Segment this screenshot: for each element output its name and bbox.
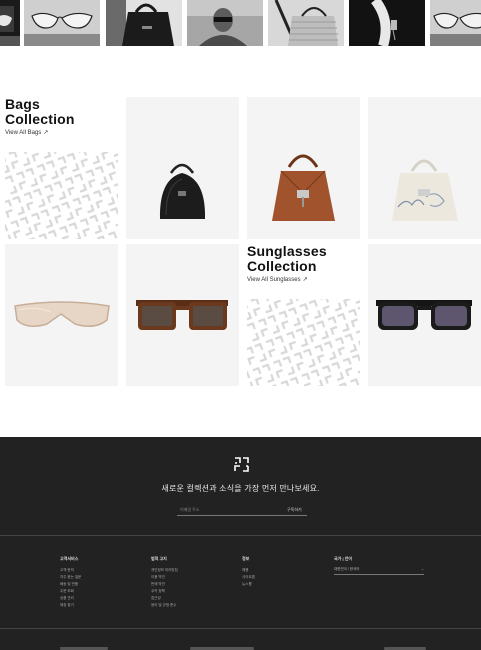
model-portrait-photo-icon[interactable] (187, 0, 263, 46)
monogram-pattern (5, 152, 118, 239)
footer-link[interactable]: 접근성 (151, 595, 178, 602)
footer-link[interactable]: 뉴스룸 (242, 581, 255, 588)
footer-link[interactable]: 윤리 및 규정 준수 (151, 602, 178, 609)
bags-collection-title-line1: Bags (5, 97, 41, 112)
lifestyle-image-strip (0, 0, 481, 46)
bags-collection-title-line2: Collection (5, 111, 75, 127)
footer-link[interactable]: 사이트맵 (242, 574, 255, 581)
bags-collection-tile: Bags Collection View All Bags ↗ (5, 97, 118, 239)
white-printed-bag-icon (392, 159, 458, 221)
country-language-select[interactable]: 대한민국 / 한국어 ⌄ (334, 567, 424, 575)
view-all-bags-link[interactable]: View All Bags ↗ (5, 129, 118, 137)
site-footer: 새로운 컬렉션과 소식을 가장 먼저 만나보세요. 구독하기 고객서비스 고객 … (0, 437, 481, 650)
footer-divider (0, 535, 481, 536)
beige-shield-sunglasses-icon (14, 301, 110, 327)
footer-link[interactable]: 주문 조회 (60, 588, 81, 595)
brown-antigona-bag-icon (272, 154, 335, 221)
footer-column-heading: 법적 고지 (151, 556, 167, 561)
sunglasses-photo-icon[interactable] (0, 0, 20, 46)
woven-bag-photo-icon[interactable] (268, 0, 344, 46)
sunglasses-photo-icon[interactable] (24, 0, 100, 46)
footer-link[interactable]: 쿠키 정책 (151, 588, 178, 595)
footer-column-heading: 고객서비스 (60, 556, 79, 561)
black-dome-bag-icon (159, 163, 206, 219)
4g-logo-icon[interactable] (234, 457, 249, 472)
product-card-black-bag[interactable] (126, 97, 239, 239)
footer-link[interactable]: 매장 찾기 (60, 602, 81, 609)
footer-link[interactable]: 자주 묻는 질문 (60, 574, 81, 581)
view-all-sunglasses-label: View All Sunglasses (247, 276, 301, 283)
footer-column-legal: 법적 고지 개인정보 처리방침 이용 약관 판매 약관 쿠키 정책 접근성 윤리… (151, 556, 178, 609)
view-all-bags-label: View All Bags (5, 129, 42, 136)
chevron-down-icon: ⌄ (421, 567, 424, 571)
sunglasses-collection-title-line2: Collection (247, 258, 317, 274)
sunglasses-collection-tile: Sunglasses Collection View All Sunglasse… (247, 244, 360, 386)
sunglasses-collection-title-line1: Sunglasses (247, 244, 327, 259)
footer-column-heading: 정보 (242, 556, 250, 561)
footer-link[interactable]: 개인정보 처리방침 (151, 567, 178, 574)
black-square-sunglasses-icon (376, 300, 472, 330)
sunglasses-photo-icon[interactable] (430, 0, 481, 46)
product-card-tortoise-sunglasses[interactable] (126, 244, 239, 386)
product-card-beige-sunglasses[interactable] (5, 244, 118, 386)
footer-divider (0, 628, 481, 629)
tortoise-square-sunglasses-icon (136, 300, 228, 330)
footer-link[interactable]: 판매 약관 (151, 581, 178, 588)
footer-column-heading: 국가 | 언어 (334, 556, 353, 561)
footer-link[interactable]: 고객 문의 (60, 567, 81, 574)
tote-bag-photo-icon[interactable] (106, 0, 182, 46)
bag-charm-photo-icon[interactable] (349, 0, 425, 46)
product-card-white-bag[interactable] (368, 97, 481, 239)
sunglasses-collection-header: Sunglasses Collection View All Sunglasse… (247, 244, 360, 283)
footer-column-info: 정보 채용 사이트맵 뉴스룸 (242, 556, 255, 588)
product-card-brown-bag[interactable] (247, 97, 360, 239)
product-card-black-sunglasses[interactable] (368, 244, 481, 386)
collections-grid: Bags Collection View All Bags ↗ Sunglass… (5, 97, 481, 387)
footer-link[interactable]: 이용 약관 (151, 574, 178, 581)
footer-column-country: 국가 | 언어 대한민국 / 한국어 ⌄ (334, 556, 424, 575)
monogram-pattern (247, 299, 360, 386)
footer-link[interactable]: 배송 및 반품 (60, 581, 81, 588)
view-all-sunglasses-link[interactable]: View All Sunglasses ↗ (247, 276, 360, 284)
arrow-up-right-icon: ↗ (43, 130, 49, 136)
footer-link[interactable]: 상품 관리 (60, 595, 81, 602)
country-select-value: 대한민국 / 한국어 (334, 567, 360, 571)
footer-column-customer-service: 고객서비스 고객 문의 자주 묻는 질문 배송 및 반품 주문 조회 상품 관리… (60, 556, 81, 609)
bags-collection-header: Bags Collection View All Bags ↗ (5, 97, 118, 136)
subscribe-button[interactable]: 구독하기 (287, 504, 302, 515)
footer-link[interactable]: 채용 (242, 567, 255, 574)
arrow-up-right-icon: ↗ (302, 277, 308, 283)
newsletter-title: 새로운 컬렉션과 소식을 가장 먼저 만나보세요. (161, 484, 320, 493)
